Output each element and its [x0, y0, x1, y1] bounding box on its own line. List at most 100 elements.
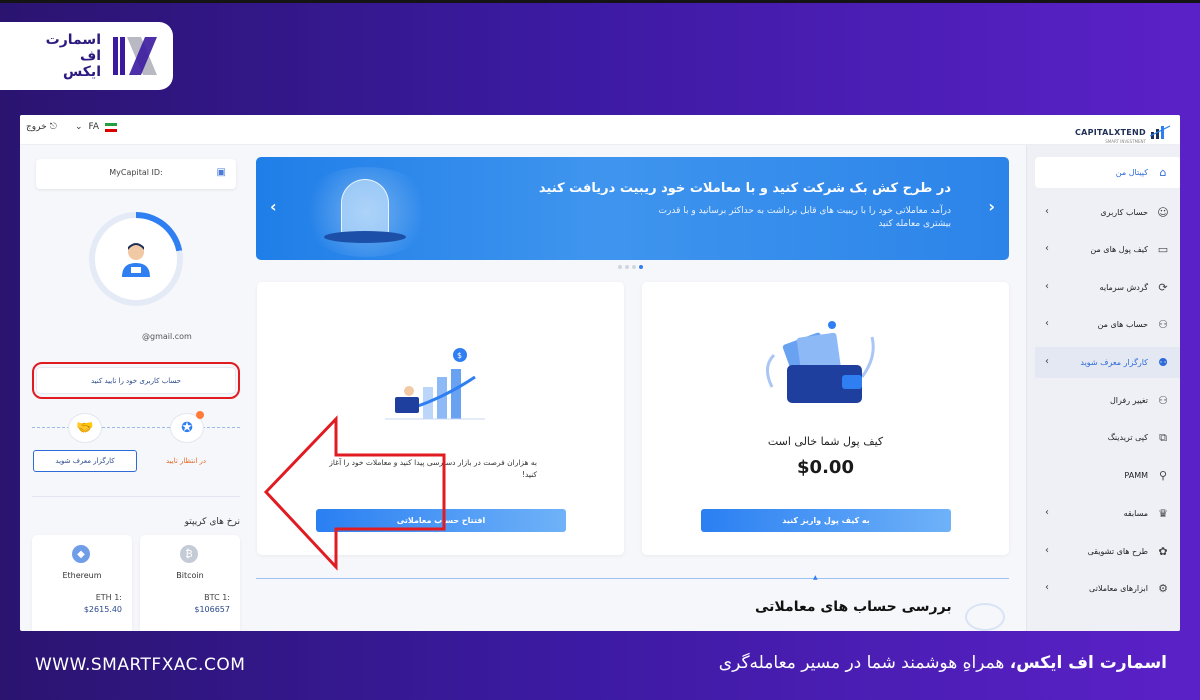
carousel-dot[interactable] [632, 265, 636, 269]
footer-website-url[interactable]: WWW.SMARTFXAC.COM [35, 655, 245, 675]
review-accounts-title: بررسی حساب های معاملاتی [755, 599, 952, 615]
chevron-right-icon[interactable]: › [988, 197, 995, 216]
coin-pair: BTC 1: [204, 593, 230, 602]
chevron-left-icon[interactable]: ‹ [1045, 281, 1049, 292]
trophy-icon: ♛ [1158, 507, 1168, 520]
home-icon: ⌂ [1159, 166, 1167, 179]
language-selector[interactable]: ⌄ FA [75, 122, 118, 132]
coin-pair: ETH 1: [95, 593, 122, 602]
sidebar-item-label: کیف پول های من [1090, 245, 1148, 254]
chevron-left-icon[interactable]: ‹ [1045, 545, 1049, 556]
sidebar-item-label: کپی تریدینگ [1107, 433, 1148, 442]
carousel-dot[interactable] [618, 265, 622, 269]
sidebar-item-label: PAMM [1124, 471, 1148, 480]
top-bar: خروج ⎋ ⌄ FA CAPITALXTEND SMART INVESTMEN… [20, 115, 1180, 145]
logout-icon: ⎋ [49, 122, 57, 132]
sidebar-item[interactable]: کپیتال من ⌂ [1035, 157, 1180, 188]
carousel-dot[interactable] [625, 265, 629, 269]
promo-banner[interactable]: ‹ › در طرح کش بک شرکت کنید و با معاملات … [256, 157, 1009, 260]
crypto-card-ethereum[interactable]: ◆ Ethereum ETH 1: $2615.40 [32, 535, 132, 631]
footer-tagline-text: همراهِ هوشمند شما در مسیر معامله‌گری [718, 653, 1010, 673]
banner-subtitle: درآمد معاملاتی خود را با ریبیت های قابل … [658, 206, 951, 229]
deposit-button[interactable]: به کیف پول واریز کنید [701, 509, 951, 532]
sidebar-item[interactable]: ‹ مسابقه ♛ [1035, 498, 1180, 529]
sidebar-item[interactable]: ‹ کیف پول های من ▭ [1035, 234, 1180, 265]
company-tagline: SMART INVESTMENT [1105, 139, 1146, 144]
chevron-left-icon[interactable]: ‹ [1045, 582, 1049, 593]
coin-price: $106657 [194, 605, 230, 614]
sidebar-item-label: حساب کاربری [1100, 208, 1148, 217]
logout-label: خروج [26, 122, 47, 132]
footer-tagline-brand: اسمارت اف ایکس، [1009, 653, 1167, 673]
sidebar-item-label: کپیتال من [1115, 168, 1148, 177]
sidebar-item[interactable]: ‹ حساب کاربری ☺ [1035, 197, 1180, 228]
sidebar-item-label: طرح های تشویقی [1087, 547, 1148, 556]
footer-tagline: اسمارت اف ایکس، همراهِ هوشمند شما در مسی… [719, 653, 1167, 673]
logout-button[interactable]: خروج ⎋ [26, 122, 57, 132]
app-screenshot: خروج ⎋ ⌄ FA CAPITALXTEND SMART INVESTMEN… [20, 115, 1180, 631]
brand-logo-icon [113, 35, 157, 77]
copy-trading-icon: ⧉ [1159, 430, 1167, 444]
referral-icon: ⚇ [1158, 394, 1168, 407]
chevron-left-icon[interactable]: ‹ [270, 197, 277, 216]
sidebar-item[interactable]: ‹ ابزارهای معاملاتی ⚙ [1035, 573, 1180, 604]
iran-flag-icon [105, 122, 118, 132]
sidebar-item[interactable]: ‹ کارگزار معرف شوید ⚉ [1035, 347, 1180, 378]
coin-name: Ethereum [62, 571, 102, 580]
sidebar-item[interactable]: PAMM ⚲ [1035, 460, 1180, 491]
avatar[interactable] [95, 218, 177, 300]
highlight-outline [32, 362, 240, 399]
carousel-dot-active[interactable] [639, 265, 643, 269]
sidebar-item-label: کارگزار معرف شوید [1080, 358, 1148, 367]
wallet-illustration [766, 321, 875, 403]
chevron-left-icon[interactable]: ‹ [1045, 206, 1049, 217]
tools-icon: ⚙ [1158, 582, 1168, 595]
divider [32, 496, 240, 497]
banner-title: در طرح کش بک شرکت کنید و با معاملات خود … [538, 181, 951, 196]
company-logo[interactable]: CAPITALXTEND SMART INVESTMENT [1075, 120, 1172, 144]
progress-dashed-line [32, 427, 240, 428]
chevron-left-icon[interactable]: ‹ [1045, 356, 1049, 367]
brand-line-3: ایکس [63, 64, 101, 80]
profile-panel: MyCapital ID: ▣ @gmail.com حساب کاربری خ… [32, 155, 240, 631]
crypto-card-bitcoin[interactable]: ₿ Bitcoin BTC 1: $106657 [140, 535, 240, 631]
coin-name: Bitcoin [176, 571, 204, 580]
notification-dot [196, 411, 204, 419]
red-arrow-pointer [263, 415, 446, 571]
chevron-left-icon[interactable]: ‹ [1045, 507, 1049, 518]
chevron-left-icon[interactable]: ‹ [1045, 318, 1049, 329]
become-broker-button[interactable]: کارگزار معرف شوید [33, 450, 137, 472]
id-card-icon[interactable]: ▣ [217, 167, 226, 178]
trophy-base-illustration [324, 231, 406, 243]
profile-progress-ring [89, 212, 183, 306]
sidebar-item-label: ابزارهای معاملاتی [1089, 584, 1148, 593]
wallet-card: کیف پول شما خالی است $0.00 به کیف پول وا… [642, 282, 1009, 555]
sidebar-item[interactable]: کپی تریدینگ ⧉ [1035, 422, 1180, 453]
ethereum-icon: ◆ [72, 545, 90, 563]
sidebar-item[interactable]: ‹ گردش سرمایه ⟳ [1035, 272, 1180, 303]
sidebar-item-label: مسابقه [1123, 509, 1148, 518]
top-border [0, 0, 1200, 3]
carousel-dots[interactable] [618, 265, 643, 269]
brand-logo-card: اسمارت اف ایکس [0, 22, 173, 90]
sidebar-menu: ☰ کپیتال من⌂‹حساب کاربری☺‹کیف پول های من… [1026, 145, 1180, 631]
company-name: CAPITALXTEND [1074, 128, 1146, 137]
sidebar-item-label: گردش سرمایه [1099, 283, 1148, 292]
user-email: @gmail.com [142, 332, 192, 341]
wallet-balance: $0.00 [797, 457, 854, 478]
crypto-rates-title: نرخ های کریپتو [184, 517, 240, 527]
brand-line-1: اسمارت [45, 32, 101, 48]
trophy-dome-illustration [341, 179, 389, 235]
magnifier-icon [965, 603, 1005, 631]
sidebar-item[interactable]: تغییر رفرال ⚇ [1035, 385, 1180, 416]
chevron-left-icon[interactable]: ‹ [1045, 243, 1049, 254]
sidebar-item[interactable]: ‹ طرح های تشویقی ✿ [1035, 536, 1180, 567]
handshake-icon[interactable]: 🤝 [68, 413, 102, 443]
pending-status: در انتظار تایید [166, 457, 207, 465]
money-flow-icon: ⟳ [1158, 281, 1168, 294]
sidebar-item[interactable]: ‹ حساب های من ⚇ [1035, 309, 1180, 340]
broker-icon: ⚉ [1158, 356, 1168, 369]
wallet-empty-title: کیف پول شما خالی است [767, 435, 884, 448]
bitcoin-icon: ₿ [180, 545, 198, 563]
mycapital-id-label: MyCapital ID: [109, 168, 163, 177]
